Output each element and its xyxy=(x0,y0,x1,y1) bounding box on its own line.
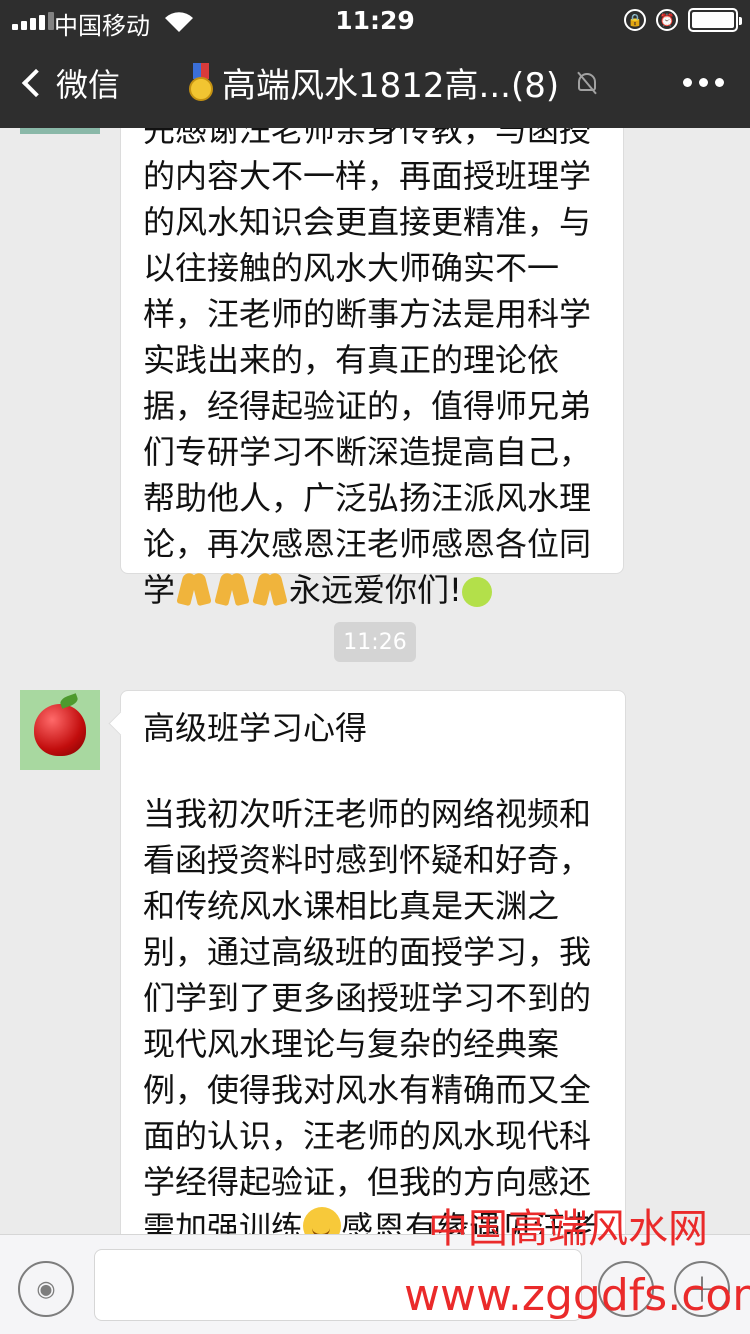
pray-emoji-icon xyxy=(175,569,213,607)
chat-title: 高端风水1812高...(8) xyxy=(188,58,599,107)
message-text: 先感谢汪老师亲身传教，与函授的内容大不一样，再面授班理学的风水知识会更直接更精准… xyxy=(143,128,592,609)
message-bubble[interactable]: 先感谢汪老师亲身传教，与函授的内容大不一样，再面授班理学的风水知识会更直接更精准… xyxy=(120,128,624,609)
medal-icon xyxy=(188,62,214,103)
pray-emoji-icon xyxy=(251,569,289,607)
back-button[interactable]: 微信 xyxy=(18,60,120,106)
chat-area[interactable]: 先感谢汪老师亲身传教，与函授的内容大不一样，再面授班理学的风水知识会更直接更精准… xyxy=(0,128,750,1234)
message-heading: 高级班学习心得 xyxy=(143,709,368,747)
rotation-lock-icon: 🔒 xyxy=(624,9,646,31)
battery-icon xyxy=(688,8,742,32)
message-text-tail: 永远爱你们! xyxy=(289,571,462,609)
watermark-url: www.zggdfs.com xyxy=(404,1270,750,1321)
avatar[interactable] xyxy=(20,690,100,770)
mute-icon xyxy=(575,71,599,95)
watermark-title: 中国高端风水网 xyxy=(428,1206,708,1252)
apple-icon xyxy=(34,704,86,756)
avatar[interactable] xyxy=(20,128,100,134)
pray-emoji-icon xyxy=(213,569,251,607)
top-bar: 中国移动 11:29 🔒 ⏰ 微信 高端风水1812高...(8) xyxy=(0,0,750,128)
chevron-left-icon xyxy=(21,68,51,98)
nav-bar: 微信 高端风水1812高...(8) xyxy=(0,40,750,128)
more-options-button[interactable] xyxy=(683,78,724,87)
green-smiley-emoji-icon xyxy=(461,577,492,607)
message-text: 当我初次听汪老师的网络视频和看函授资料时感到怀疑和好奇，和传统风水课相比真是天渊… xyxy=(143,795,592,1234)
smile-emoji-icon xyxy=(303,1207,342,1234)
chat-title-text: 高端风水1812高...(8) xyxy=(222,66,560,106)
voice-input-button[interactable]: ◉ xyxy=(18,1261,74,1317)
timestamp: 11:26 xyxy=(334,622,416,662)
message-bubble[interactable]: 高级班学习心得 当我初次听汪老师的网络视频和看函授资料时感到怀疑和好奇，和传统风… xyxy=(120,690,626,1234)
status-bar: 中国移动 11:29 🔒 ⏰ xyxy=(0,0,750,40)
alarm-icon: ⏰ xyxy=(656,9,678,31)
back-label: 微信 xyxy=(56,66,121,104)
voice-icon: ◉ xyxy=(36,1276,56,1302)
